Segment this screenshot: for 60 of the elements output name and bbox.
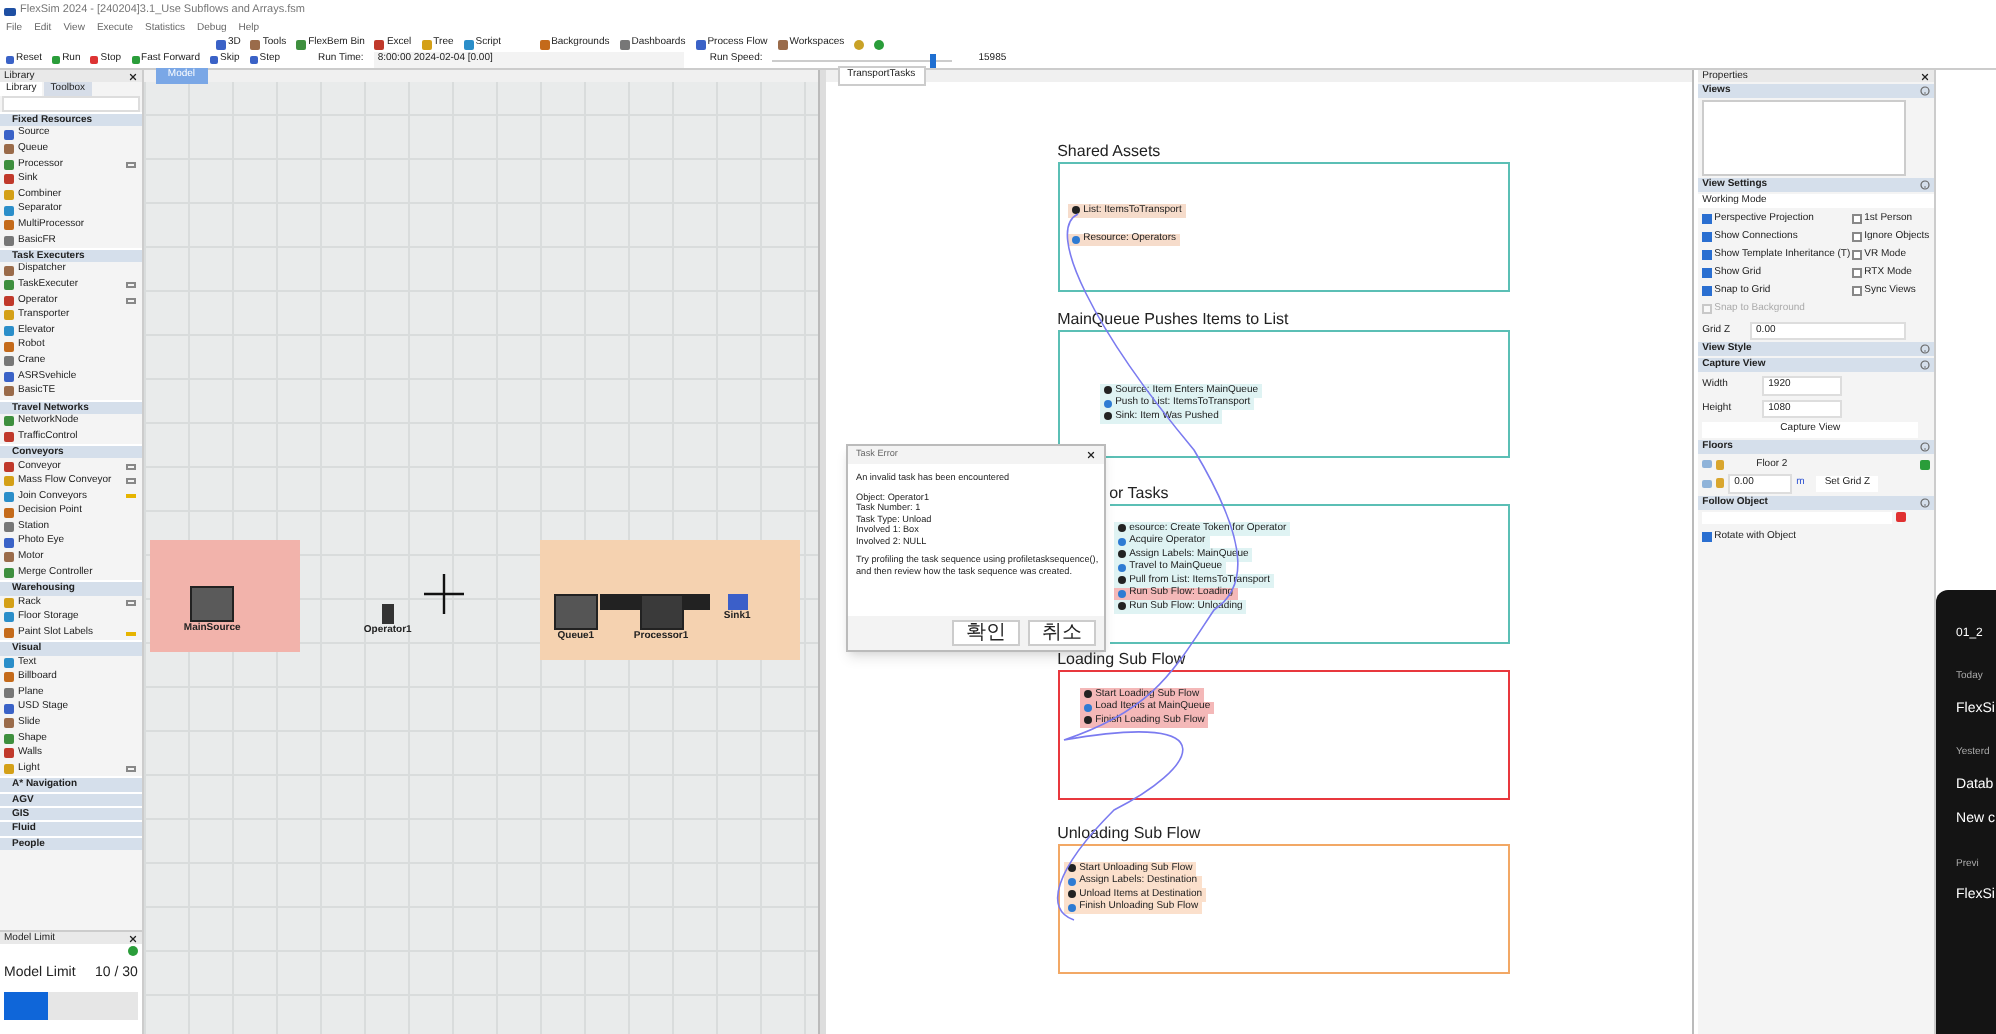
window-icon: [125, 161, 136, 168]
object-drawing[interactable]: [381, 604, 394, 624]
toolbar-icon: [374, 39, 385, 49]
checkbox[interactable]: [1702, 268, 1713, 279]
toolbar-icon: [539, 39, 550, 49]
brush-icon: [125, 494, 136, 499]
speed-thumb[interactable]: [929, 53, 936, 67]
block-title: or Tasks: [1109, 482, 1171, 504]
close-icon[interactable]: [127, 71, 138, 81]
toolbar-icon: [216, 39, 226, 49]
checkbox[interactable]: [1852, 268, 1863, 279]
block-title: Unloading Sub Flow: [1057, 822, 1203, 844]
dialog-button[interactable]: 취소: [1028, 620, 1096, 646]
activity-icon: [1071, 206, 1080, 215]
run-control-icon: [6, 56, 14, 64]
toolbar-icon: [296, 39, 307, 49]
settings-icon: [854, 39, 865, 49]
filter-field[interactable]: [2, 96, 140, 112]
run-control-icon: [90, 56, 99, 64]
toolbar-icon: [250, 39, 261, 49]
close-icon[interactable]: [1920, 71, 1931, 81]
close-icon[interactable]: [127, 933, 138, 943]
toolbar-icon: [777, 39, 788, 49]
toolbar-icon: [421, 39, 432, 49]
dialog-button[interactable]: 확인: [952, 620, 1020, 646]
run-control-icon: [249, 56, 258, 64]
run-control-icon: [210, 56, 218, 64]
run-control-icon: [52, 56, 61, 64]
toolbar-icon: [619, 39, 630, 49]
checkbox[interactable]: [1852, 286, 1863, 297]
checkbox[interactable]: [1702, 214, 1713, 225]
block-title: MainQueue Pushes Items to List: [1057, 308, 1291, 330]
help-icon: [127, 946, 138, 956]
block-title: Shared Assets: [1057, 140, 1163, 162]
help-icon[interactable]: [1920, 180, 1931, 190]
help-icon[interactable]: [1920, 86, 1931, 96]
checkbox[interactable]: [1852, 250, 1863, 261]
checkbox[interactable]: [1702, 286, 1713, 297]
checkbox[interactable]: [1702, 531, 1713, 542]
checkbox[interactable]: [1702, 232, 1713, 243]
app-logo-icon: [4, 7, 16, 15]
object-drawing[interactable]: [190, 586, 235, 622]
crosshair-icon: [423, 574, 464, 614]
add-icon: [1920, 459, 1931, 470]
checkbox[interactable]: [1852, 214, 1863, 225]
help-icon[interactable]: [1920, 441, 1931, 451]
toolbar-icon: [695, 39, 706, 49]
activity-icon: [1071, 235, 1080, 244]
toolbar-icon: [463, 39, 474, 49]
run-control-icon: [131, 56, 140, 64]
window-icon: [125, 766, 136, 773]
close-icon: [1896, 512, 1907, 522]
help-icon[interactable]: [1920, 497, 1931, 507]
checkbox[interactable]: [1852, 232, 1863, 243]
close-icon[interactable]: [1086, 450, 1096, 460]
checkbox[interactable]: [1702, 250, 1713, 261]
window-icon: [125, 599, 136, 606]
help-icon: [874, 39, 885, 49]
object-drawing[interactable]: [553, 594, 598, 630]
input-field[interactable]: [1702, 511, 1893, 523]
